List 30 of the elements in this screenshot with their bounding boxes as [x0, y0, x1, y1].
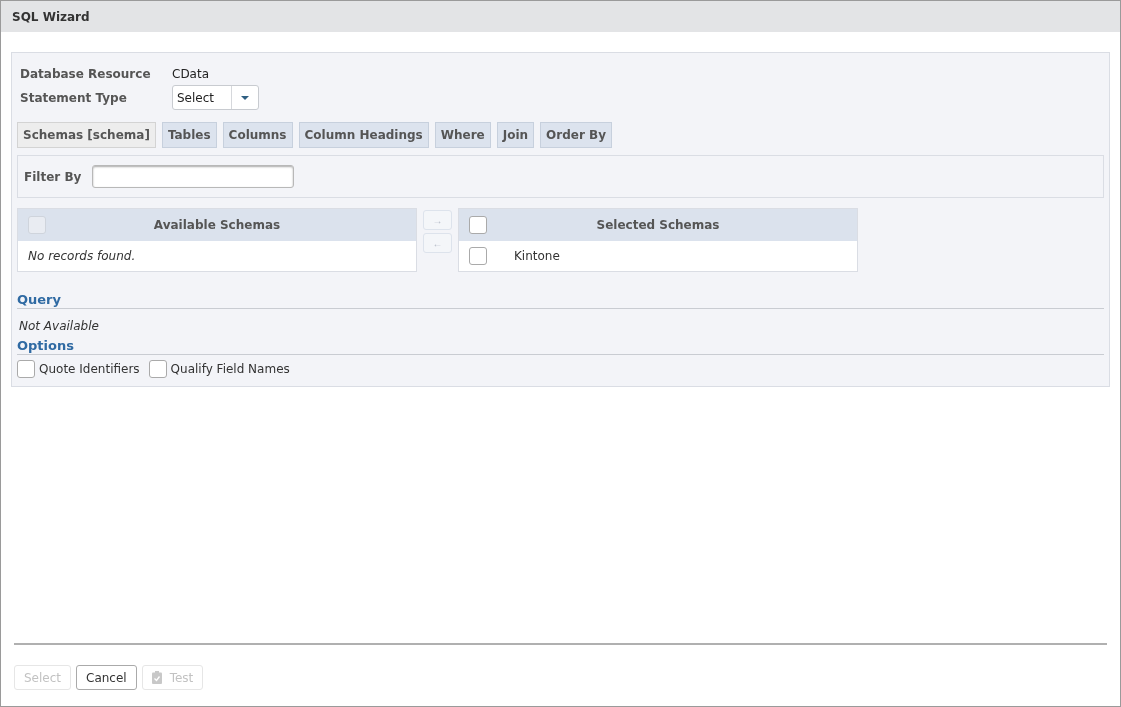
tab[interactable]: Order By [540, 122, 612, 148]
tab[interactable]: Schemas [schema] [17, 122, 156, 148]
tab[interactable]: Tables [161, 122, 217, 148]
caret-icon [241, 95, 249, 100]
checkbox[interactable] [469, 216, 487, 234]
window-title: SQL Wizard [12, 9, 90, 24]
field-label: Statement Type [20, 90, 128, 105]
section-heading: Options [17, 338, 74, 353]
field-value: CData [172, 67, 210, 81]
schema-name[interactable]: Kintone [514, 249, 560, 263]
option-label: Qualify Field Names [170, 362, 290, 376]
field-label: Database Resource [20, 67, 152, 81]
clipboard-icon [151, 671, 162, 684]
list-title: Selected Schemas [595, 218, 721, 232]
filter-label: Filter By [24, 169, 82, 184]
footer-button[interactable]: Cancel [76, 665, 137, 690]
list-title: Available Schemas [152, 218, 282, 232]
statement-type-dropdown[interactable]: Select [172, 85, 259, 110]
tab[interactable]: Columns [222, 122, 293, 148]
tab[interactable]: Column Headings [298, 122, 429, 148]
section-heading: Query [17, 292, 61, 307]
tab[interactable]: Join [496, 122, 535, 148]
option-label: Quote Identifiers [39, 362, 140, 376]
filter-input[interactable] [92, 165, 295, 188]
checkbox[interactable] [148, 360, 167, 378]
checkbox[interactable] [469, 247, 487, 265]
empty-message: No records found. [28, 249, 136, 263]
tab[interactable]: Where [434, 122, 491, 148]
checkbox[interactable] [17, 360, 35, 378]
query-text: Not Available [18, 318, 100, 335]
